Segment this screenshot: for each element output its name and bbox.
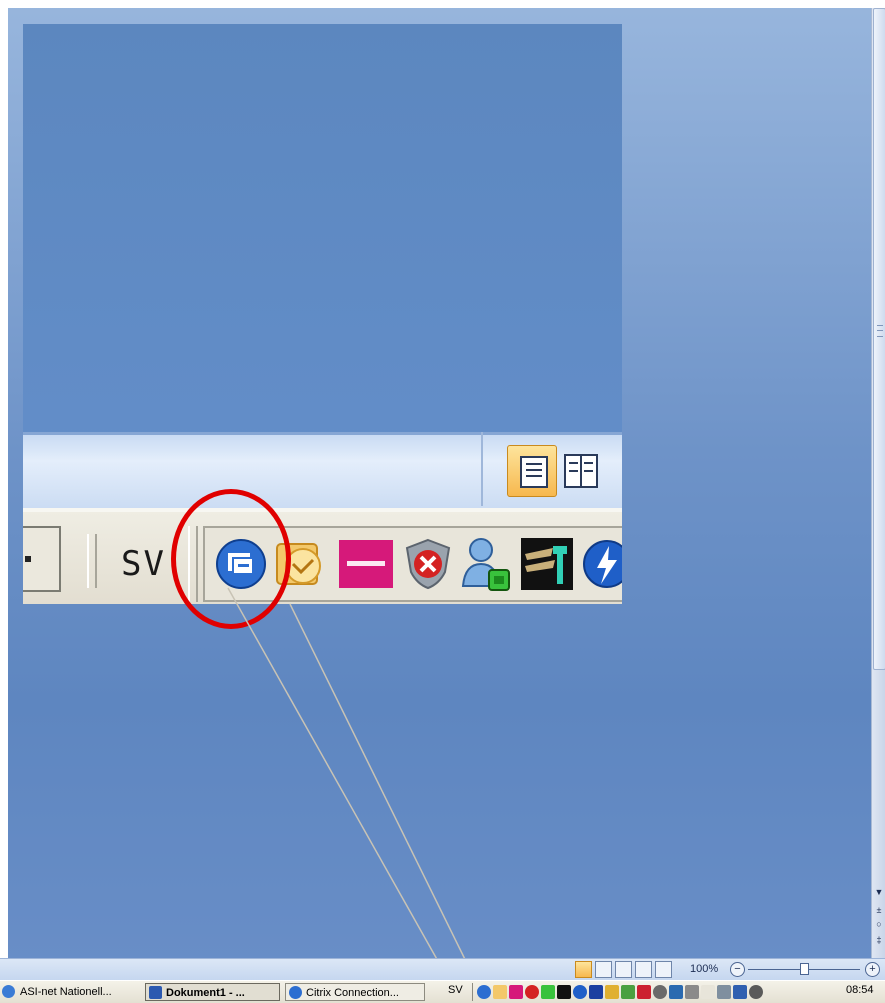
messenger-user-icon[interactable] — [461, 536, 511, 592]
security-shield-tray-icon[interactable] — [525, 985, 539, 999]
telia-tray-icon[interactable] — [509, 985, 523, 999]
taskbar-system-tray — [472, 983, 885, 1001]
windows-taskbar: ASI-net Nationell... Dokument1 - ... Cit… — [0, 980, 885, 1003]
security-shield-icon[interactable] — [405, 538, 451, 590]
display-tray-icon[interactable] — [669, 985, 683, 999]
previous-page-icon[interactable]: ± — [874, 904, 884, 916]
word-icon — [149, 986, 162, 999]
pen-tray-icon[interactable] — [685, 985, 699, 999]
network-connection-tray-icon[interactable] — [733, 985, 747, 999]
full-screen-reading-view-button[interactable] — [559, 445, 607, 495]
zoomed-inset: SV — [23, 24, 622, 604]
vertical-scrollbar[interactable]: ▼ ± ○ ‡ — [871, 8, 885, 958]
tools-tray-icon[interactable] — [557, 985, 571, 999]
print-layout-view-button[interactable] — [507, 445, 557, 497]
reading-view-icon — [564, 454, 598, 488]
misc-tray-icon[interactable] — [605, 985, 619, 999]
zoom-in-icon[interactable]: + — [865, 962, 880, 977]
taskbar-clock[interactable]: 08:54 — [846, 984, 874, 996]
zoom-out-icon[interactable]: − — [730, 962, 745, 977]
zoom-slider-knob[interactable] — [800, 963, 809, 975]
taskbar-item-label: Dokument1 - ... — [166, 987, 245, 999]
taskbar-item-asi-net[interactable]: ASI-net Nationell... — [2, 983, 158, 1001]
inset-taskbar-button-fragment[interactable] — [23, 526, 61, 592]
telia-icon[interactable] — [339, 540, 393, 588]
word-status-bar: 100% − + — [0, 958, 885, 981]
taskbar-item-citrix[interactable]: Citrix Connection... — [285, 983, 425, 1001]
draft-button[interactable] — [655, 961, 672, 978]
citrix-tray-icon[interactable] — [477, 985, 491, 999]
taskbar-item-label: Citrix Connection... — [306, 987, 399, 999]
view-buttons — [575, 961, 672, 979]
taskbar-item-label: ASI-net Nationell... — [20, 986, 112, 998]
highlight-circle — [171, 489, 291, 629]
left-margin — [0, 0, 8, 958]
outline-button[interactable] — [635, 961, 652, 978]
zoom-level[interactable]: 100% — [690, 963, 718, 975]
reading-layout-button[interactable] — [595, 961, 612, 978]
antivirus-tray-icon[interactable] — [637, 985, 651, 999]
mail-folder-tray-icon[interactable] — [493, 985, 507, 999]
network-tray-icon[interactable] — [589, 985, 603, 999]
update-lightning-icon[interactable] — [581, 538, 622, 590]
scrollbar-grip-icon — [877, 325, 883, 337]
web-layout-button[interactable] — [615, 961, 632, 978]
scrollbar-thumb[interactable] — [873, 8, 885, 670]
inset-separator — [87, 534, 97, 588]
select-browse-object-icon[interactable]: ○ — [874, 918, 884, 930]
next-page-icon[interactable]: ‡ — [874, 934, 884, 946]
top-margin — [0, 0, 885, 8]
messenger-tray-icon[interactable] — [541, 985, 555, 999]
volume-icon[interactable] — [749, 985, 763, 999]
ie-icon — [2, 985, 15, 998]
taskbar-language-indicator[interactable]: SV — [448, 984, 463, 996]
print-layout-button[interactable] — [575, 961, 592, 978]
tray-spacer — [701, 985, 715, 999]
tools-icon[interactable] — [521, 538, 573, 590]
update-tray-icon[interactable] — [573, 985, 587, 999]
inset-language-indicator[interactable]: SV — [121, 544, 166, 584]
power-tray-icon[interactable] — [653, 985, 667, 999]
print-layout-icon — [520, 456, 548, 488]
device-tray-icon[interactable] — [717, 985, 731, 999]
inset-taskbar: SV — [23, 508, 622, 604]
taskbar-item-dokument1[interactable]: Dokument1 - ... — [145, 983, 280, 1001]
scroll-down-arrow-icon[interactable]: ▼ — [874, 886, 884, 898]
citrix-icon — [289, 986, 302, 999]
sync-tray-icon[interactable] — [621, 985, 635, 999]
